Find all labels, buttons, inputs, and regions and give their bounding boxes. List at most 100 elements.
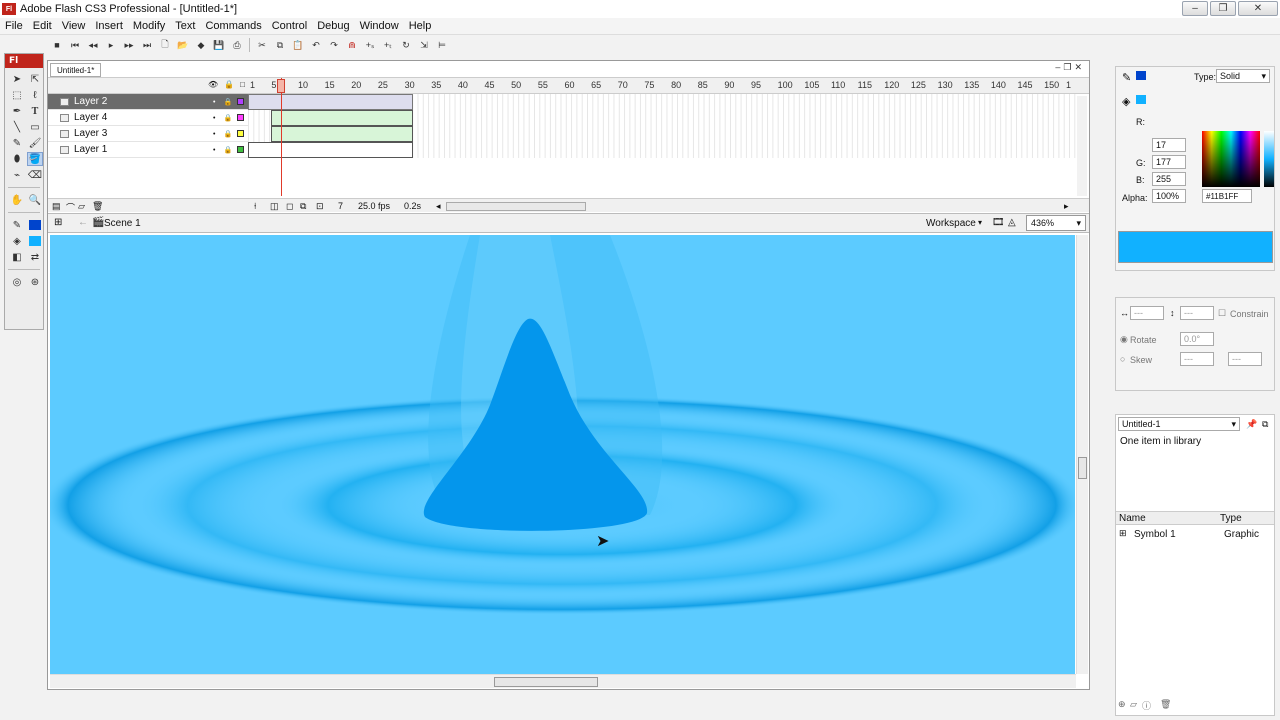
scale-icon[interactable]: ⇲ bbox=[415, 37, 433, 53]
frame-ruler[interactable]: 1 5 10 15 20 25 30 35 40 45 50 55 60 65 70 75 80 85 90 95 10… bbox=[248, 78, 1078, 94]
timeline-hscroll-thumb[interactable] bbox=[446, 202, 586, 211]
close-button[interactable]: ✕ bbox=[1238, 1, 1278, 16]
skew-v-field[interactable]: --- bbox=[1228, 352, 1262, 366]
fill-color-swatch[interactable] bbox=[1136, 95, 1146, 104]
new-library-icon[interactable]: ⧉ bbox=[1262, 419, 1268, 430]
paint-bucket-tool-icon[interactable]: 🪣 bbox=[27, 152, 43, 166]
scroll-left-icon[interactable]: ◂ bbox=[436, 201, 441, 212]
stage-hscroll-thumb[interactable] bbox=[494, 677, 598, 687]
center-frame-icon[interactable]: ⍿ bbox=[254, 201, 256, 212]
new-folder-icon[interactable]: ▱ bbox=[1130, 699, 1137, 710]
smooth-icon[interactable]: +ₛ bbox=[361, 37, 379, 53]
edit-multiple-icon[interactable]: ⧉ bbox=[300, 201, 306, 212]
bridge-icon[interactable]: ◆ bbox=[192, 37, 210, 53]
hand-tool-icon[interactable]: ✋ bbox=[9, 193, 25, 207]
playhead-handle[interactable] bbox=[277, 79, 285, 93]
go-to-end-icon[interactable]: ⏭ bbox=[138, 37, 156, 53]
rectangle-tool-icon[interactable]: ▭ bbox=[27, 120, 43, 134]
scene-label[interactable]: Scene 1 bbox=[104, 218, 141, 229]
snap-magnet-icon[interactable]: ⋒ bbox=[343, 37, 361, 53]
outline-all-icon[interactable]: □ bbox=[240, 80, 245, 89]
print-icon[interactable]: ⎙ bbox=[228, 37, 246, 53]
fill-color-icon[interactable]: ◈ bbox=[9, 234, 25, 248]
g-field[interactable]: 177 bbox=[1152, 155, 1186, 169]
workspace-dropdown-icon[interactable]: ▾ bbox=[978, 218, 982, 227]
layer-outline-color-icon[interactable] bbox=[237, 98, 244, 105]
document-window-controls[interactable]: –❐✕ bbox=[1055, 62, 1085, 73]
rotate-radio[interactable]: ◉ bbox=[1120, 334, 1128, 345]
undo-icon[interactable]: ↶ bbox=[307, 37, 325, 53]
col-name[interactable]: Name bbox=[1119, 513, 1146, 524]
stage-canvas[interactable]: ➤ bbox=[50, 235, 1075, 674]
back-arrow-icon[interactable]: ← bbox=[78, 217, 88, 228]
rotate-field[interactable]: 0.0° bbox=[1180, 332, 1214, 346]
modify-markers-icon[interactable]: ⊡ bbox=[316, 201, 324, 212]
hex-field[interactable]: #11B1FF bbox=[1202, 189, 1252, 203]
lock-fill-icon[interactable]: ⊛ bbox=[27, 275, 43, 289]
default-colors-icon[interactable]: ◧ bbox=[9, 250, 25, 264]
text-tool-icon[interactable]: T bbox=[27, 104, 43, 118]
menu-debug[interactable]: Debug bbox=[312, 20, 354, 32]
align-icon[interactable]: ⊨ bbox=[433, 37, 451, 53]
delete-layer-icon[interactable]: 🗑 bbox=[92, 201, 103, 212]
stop-icon[interactable]: ■ bbox=[48, 37, 66, 53]
save-icon[interactable]: 💾 bbox=[210, 37, 228, 53]
rotate-icon[interactable]: ↻ bbox=[397, 37, 415, 53]
stage-vertical-scrollbar[interactable] bbox=[1076, 235, 1088, 674]
selection-tool-icon[interactable]: ➤ bbox=[9, 72, 25, 86]
delete-icon[interactable]: 🗑 bbox=[1160, 699, 1171, 710]
step-forward-icon[interactable]: ▸▸ bbox=[120, 37, 138, 53]
layer-outline-color-icon[interactable] bbox=[237, 114, 244, 121]
menu-window[interactable]: Window bbox=[355, 20, 404, 32]
open-icon[interactable]: 📂 bbox=[174, 37, 192, 53]
constrain-checkbox[interactable]: ☐ bbox=[1218, 308, 1226, 319]
minimize-button[interactable]: – bbox=[1182, 1, 1208, 16]
step-back-icon[interactable]: ◂◂ bbox=[84, 37, 102, 53]
properties-icon[interactable]: ⓘ bbox=[1142, 699, 1151, 712]
edit-symbols-icon[interactable]: ◬ bbox=[1008, 217, 1016, 228]
line-tool-icon[interactable]: ╲ bbox=[9, 120, 25, 134]
new-folder-icon[interactable]: ▱ bbox=[78, 201, 85, 212]
new-layer-icon[interactable]: ▤ bbox=[52, 201, 61, 212]
redo-icon[interactable]: ↷ bbox=[325, 37, 343, 53]
pin-library-icon[interactable]: 📌 bbox=[1246, 419, 1257, 430]
zoom-select[interactable]: 436% ▾ bbox=[1026, 215, 1086, 231]
eyedropper-tool-icon[interactable]: ⌁ bbox=[9, 168, 25, 182]
menu-insert[interactable]: Insert bbox=[90, 20, 128, 32]
show-hide-all-icon[interactable]: 👁 bbox=[208, 80, 218, 89]
snap-option-icon[interactable]: ◎ bbox=[9, 275, 25, 289]
pencil-tool-icon[interactable]: ✎ bbox=[9, 136, 25, 150]
menu-control[interactable]: Control bbox=[267, 20, 312, 32]
col-type[interactable]: Type bbox=[1220, 513, 1242, 524]
onion-skin-icon[interactable]: ◫ bbox=[270, 201, 279, 212]
color-spectrum[interactable] bbox=[1202, 131, 1260, 187]
layer-row[interactable]: Layer 3 •🔒 bbox=[48, 126, 248, 142]
brush-tool-icon[interactable]: 🖌 bbox=[27, 136, 43, 150]
free-transform-tool-icon[interactable]: ⬚ bbox=[9, 88, 25, 102]
timeline-toggle-icon[interactable]: ⊞ bbox=[54, 217, 62, 228]
stage-vscroll-thumb[interactable] bbox=[1078, 457, 1087, 479]
stroke-color-icon[interactable]: ✎ bbox=[9, 218, 25, 232]
workspace-menu[interactable]: Workspace bbox=[926, 218, 976, 229]
menu-text[interactable]: Text bbox=[170, 20, 200, 32]
layer-row[interactable]: Layer 1 •🔒 bbox=[48, 142, 248, 158]
alpha-field[interactable]: 100% bbox=[1152, 189, 1186, 203]
pen-tool-icon[interactable]: ✒ bbox=[9, 104, 25, 118]
brightness-slider[interactable] bbox=[1264, 131, 1274, 187]
document-tab[interactable]: Untitled-1* bbox=[50, 63, 102, 77]
library-document-select[interactable]: Untitled-1 ▾ bbox=[1118, 417, 1240, 431]
onion-outline-icon[interactable]: ◻ bbox=[286, 201, 293, 212]
straighten-icon[interactable]: +ₜ bbox=[379, 37, 397, 53]
menu-commands[interactable]: Commands bbox=[200, 20, 266, 32]
r-field[interactable]: 17 bbox=[1152, 138, 1186, 152]
menu-file[interactable]: File bbox=[0, 20, 28, 32]
subselection-tool-icon[interactable]: ⇱ bbox=[27, 72, 43, 86]
copy-icon[interactable]: ⧉ bbox=[271, 37, 289, 53]
scroll-right-icon[interactable]: ▸ bbox=[1064, 201, 1069, 212]
new-file-icon[interactable]: 🗋 bbox=[156, 37, 174, 53]
zoom-tool-icon[interactable]: 🔍 bbox=[27, 193, 43, 207]
menu-edit[interactable]: Edit bbox=[28, 20, 57, 32]
fill-bucket-icon[interactable]: ◈ bbox=[1122, 95, 1130, 108]
layer-row[interactable]: Layer 2 •🔒 bbox=[48, 94, 248, 110]
menu-view[interactable]: View bbox=[57, 20, 91, 32]
